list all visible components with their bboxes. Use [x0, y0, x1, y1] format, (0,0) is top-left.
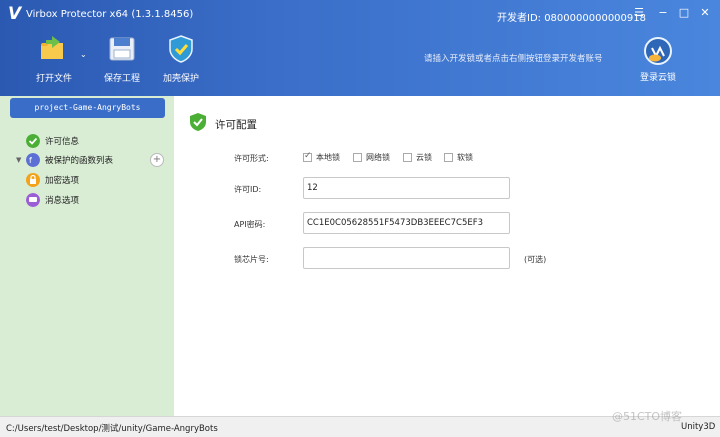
minimize-button[interactable]: − — [656, 6, 670, 20]
checkbox[interactable] — [444, 153, 453, 162]
login-hint: 请插入开发锁或者点击右侧按钮登录开发者账号 — [424, 54, 603, 64]
project-tag[interactable]: project-Game-AngryBots — [10, 98, 165, 118]
license-id-label: 许可ID: — [234, 185, 262, 194]
sidebar-item-encryption-options[interactable]: 加密选项 — [16, 171, 172, 189]
check-shield-icon — [26, 134, 40, 148]
sidebar-item-label: 消息选项 — [45, 196, 80, 206]
section-title: 许可配置 — [215, 119, 257, 131]
close-button[interactable]: ✕ — [698, 6, 712, 20]
check-shield-icon — [190, 113, 206, 131]
title-bar: V Virbox Protector x64 (1.3.1.8456) 开发者I… — [0, 0, 720, 28]
maximize-button[interactable]: □ — [677, 6, 691, 20]
engine-label: Unity3D — [681, 422, 716, 432]
license-config-panel: 许可配置 许可形式: 本地锁 网络锁 云锁 软锁 许可ID: 12 API密码:… — [174, 96, 720, 416]
message-icon — [26, 193, 40, 207]
cloud-login-button[interactable]: 登录云锁 — [636, 36, 680, 83]
sidebar-item-protected-functions[interactable]: ▼ f 被保护的函数列表 — [16, 151, 172, 169]
open-file-label: 打开文件 — [36, 74, 73, 84]
option-cloud-lock[interactable]: 云锁 — [403, 152, 432, 163]
sidebar-item-label: 加密选项 — [45, 176, 80, 186]
protect-label: 加壳保护 — [163, 74, 200, 84]
license-form-label: 许可形式: — [234, 154, 269, 163]
app-header: V Virbox Protector x64 (1.3.1.8456) 开发者I… — [0, 0, 720, 96]
save-disk-icon — [109, 37, 135, 61]
cloud-login-label: 登录云锁 — [639, 73, 676, 83]
license-id-input[interactable]: 12 — [303, 177, 510, 199]
sidebar-item-message-options[interactable]: 消息选项 — [16, 191, 172, 209]
sidebar: project-Game-AngryBots 许可信息 ▼ f 被保护的函数列表… — [0, 96, 174, 416]
chip-number-input[interactable] — [303, 247, 510, 269]
app-title: Virbox Protector x64 (1.3.1.8456) — [26, 9, 194, 20]
save-project-button[interactable]: 保存工程 — [104, 34, 140, 84]
app-logo: V — [8, 4, 22, 24]
option-label: 云锁 — [416, 153, 432, 162]
add-function-button[interactable]: + — [150, 153, 164, 167]
option-local-lock[interactable]: 本地锁 — [303, 151, 340, 163]
sidebar-item-license-info[interactable]: 许可信息 — [16, 132, 172, 150]
menu-icon[interactable]: ☰ — [632, 6, 646, 20]
cloud-lock-icon — [644, 37, 672, 65]
api-key-input[interactable]: CC1E0C05628551F5473DB3EEEC7C5EF3 — [303, 212, 510, 234]
option-network-lock[interactable]: 网络锁 — [353, 152, 390, 163]
sidebar-item-label: 许可信息 — [45, 137, 80, 147]
option-label: 本地锁 — [316, 153, 340, 162]
function-icon: f — [26, 153, 40, 167]
lock-icon — [26, 173, 40, 187]
checkbox[interactable] — [403, 153, 412, 162]
folder-open-icon — [41, 36, 63, 59]
shield-icon — [169, 35, 193, 63]
chip-number-label: 锁芯片号: — [234, 255, 269, 264]
sidebar-item-label: 被保护的函数列表 — [45, 156, 114, 166]
protect-button[interactable]: 加壳保护 — [163, 34, 199, 84]
checkbox[interactable] — [353, 153, 362, 162]
option-soft-lock[interactable]: 软锁 — [444, 152, 473, 163]
api-key-label: API密码: — [234, 220, 266, 229]
option-label: 网络锁 — [366, 153, 390, 162]
developer-id: 开发者ID: 0800000000000918 — [497, 13, 646, 24]
open-file-button[interactable]: 打开文件 — [36, 34, 72, 84]
svg-text:f: f — [29, 156, 32, 165]
option-label: 软锁 — [457, 153, 473, 162]
project-path: C:/Users/test/Desktop/测试/unity/Game-Angr… — [6, 424, 218, 434]
save-project-label: 保存工程 — [104, 74, 141, 84]
optional-note: (可选) — [524, 255, 547, 264]
expand-arrow-icon[interactable]: ▼ — [16, 156, 26, 164]
chevron-down-icon[interactable]: ⌄ — [80, 50, 87, 59]
checkbox[interactable] — [303, 151, 312, 162]
watermark: @51CTO博客 — [612, 410, 683, 423]
